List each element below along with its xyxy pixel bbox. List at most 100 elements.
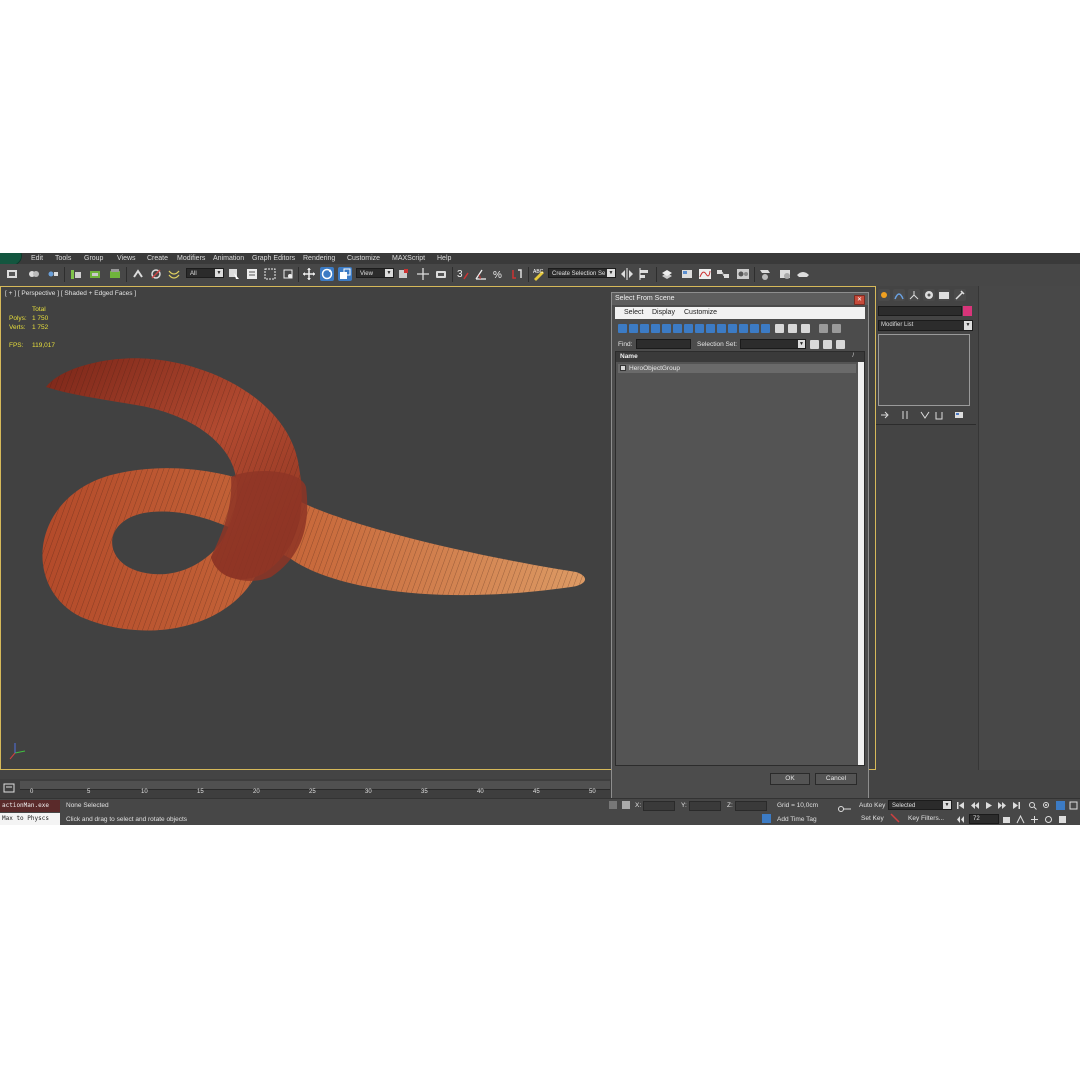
hierarchy-tab-icon[interactable]	[908, 289, 920, 301]
menu-tools[interactable]: Tools	[55, 254, 71, 263]
spinner-snap-icon[interactable]	[510, 267, 524, 281]
render-setup-icon[interactable]	[758, 267, 772, 281]
dialog-menu-select[interactable]: Select	[624, 309, 643, 316]
menu-group[interactable]: Group	[84, 254, 103, 263]
display-space-warps-icon[interactable]	[673, 324, 682, 333]
display-tab-icon[interactable]	[938, 289, 950, 301]
modifier-list-dropdown[interactable]: Modifier List ▼	[878, 320, 973, 331]
display-geometry-icon[interactable]	[618, 324, 627, 333]
key-filter-icon[interactable]	[890, 813, 900, 823]
unlink-icon[interactable]	[46, 267, 60, 281]
cancel-button[interactable]: Cancel	[815, 773, 857, 785]
play-icon[interactable]	[984, 801, 993, 810]
object-color-swatch[interactable]	[963, 306, 972, 316]
time-tag-icon[interactable]	[762, 814, 771, 823]
motion-tab-icon[interactable]	[923, 289, 935, 301]
rect-selection-region-icon[interactable]	[263, 267, 277, 281]
reference-coordinate-dropdown[interactable]: View ▼	[356, 268, 394, 278]
go-to-start-icon[interactable]	[956, 801, 965, 810]
pin-stack-icon[interactable]	[880, 410, 890, 420]
close-icon[interactable]: ✕	[854, 295, 865, 305]
select-by-name-icon[interactable]	[245, 267, 259, 281]
app-logo-icon[interactable]	[0, 253, 22, 267]
go-to-end-icon[interactable]	[1012, 801, 1021, 810]
zoom-icon[interactable]	[1028, 801, 1037, 810]
mini-curve-editor-icon[interactable]	[3, 782, 15, 794]
select-move-icon[interactable]	[302, 267, 316, 281]
x-coordinate-field[interactable]	[643, 801, 675, 811]
orbit-icon[interactable]	[1044, 815, 1053, 824]
menu-graph-editors[interactable]: Graph Editors	[252, 254, 295, 263]
menu-views[interactable]: Views	[117, 254, 136, 263]
selection-lock-icon[interactable]	[622, 801, 630, 809]
add-time-tag[interactable]: Add Time Tag	[777, 816, 817, 823]
find-input[interactable]	[636, 339, 691, 349]
maximize-viewport-icon[interactable]	[1058, 815, 1067, 824]
render-production-icon[interactable]	[796, 267, 810, 281]
display-none-icon[interactable]	[761, 324, 770, 333]
save-selection-set-icon[interactable]	[810, 340, 819, 349]
load-selection-set-icon[interactable]	[823, 340, 832, 349]
unlink-selection-icon[interactable]	[149, 267, 163, 281]
selection-set-dropdown[interactable]: ▼	[740, 339, 806, 349]
pan-view-icon[interactable]	[1030, 815, 1039, 824]
field-of-view-icon[interactable]	[1016, 814, 1025, 824]
display-cameras-icon[interactable]	[651, 324, 660, 333]
display-helpers-icon[interactable]	[662, 324, 671, 333]
display-lights-icon[interactable]	[640, 324, 649, 333]
zoom-all-icon[interactable]	[1042, 801, 1051, 810]
schematic-view-icon[interactable]	[716, 267, 730, 281]
create-tab-icon[interactable]	[878, 289, 890, 301]
filter-icon[interactable]	[819, 324, 828, 333]
display-bones-icon[interactable]	[706, 324, 715, 333]
manipulate-icon[interactable]	[416, 267, 430, 281]
earthworm-model[interactable]	[1, 287, 613, 767]
display-frozen-icon[interactable]	[728, 324, 737, 333]
object-list[interactable]: Name / HeroObjectGroup	[615, 351, 865, 766]
display-hidden-icon[interactable]	[739, 324, 748, 333]
menu-rendering[interactable]: Rendering	[303, 254, 335, 263]
menu-animation[interactable]: Animation	[213, 254, 244, 263]
key-icon[interactable]	[838, 805, 852, 813]
dialog-title-bar[interactable]: Select From Scene ✕	[612, 293, 868, 305]
remove-modifier-icon[interactable]	[934, 410, 944, 420]
select-link-icon[interactable]	[131, 267, 145, 281]
select-object-icon[interactable]	[227, 267, 241, 281]
material-editor-icon[interactable]	[736, 267, 750, 281]
bind-icon[interactable]	[167, 267, 181, 281]
delete-selection-set-icon[interactable]	[836, 340, 845, 349]
select-invert-icon[interactable]	[801, 324, 810, 333]
curve-editor-icon[interactable]	[698, 267, 712, 281]
ok-button[interactable]: OK	[770, 773, 810, 785]
show-end-result-icon[interactable]	[900, 410, 910, 420]
list-header[interactable]: Name /	[616, 352, 864, 362]
bind-space-warp-icon[interactable]	[69, 267, 83, 281]
time-configuration-icon[interactable]	[1002, 815, 1011, 824]
align-icon[interactable]	[638, 267, 652, 281]
layer-icon[interactable]	[108, 267, 122, 281]
modifier-stack[interactable]	[878, 334, 970, 406]
select-rotate-icon[interactable]	[320, 267, 334, 281]
dialog-menu-customize[interactable]: Customize	[684, 309, 717, 316]
keyboard-shortcut-icon[interactable]	[434, 267, 448, 281]
menu-customize[interactable]: Customize	[347, 254, 380, 263]
key-mode-toggle-icon[interactable]	[956, 815, 965, 824]
layer-manager-icon[interactable]	[660, 267, 674, 281]
select-scale-icon[interactable]	[338, 267, 352, 281]
z-coordinate-field[interactable]	[735, 801, 767, 811]
next-frame-icon[interactable]	[998, 801, 1007, 810]
named-selection-set-dropdown[interactable]: Create Selection Se ▼	[548, 268, 616, 278]
key-mode-dropdown[interactable]: Selected ▼	[888, 800, 952, 810]
angle-snap-icon[interactable]	[474, 267, 488, 281]
modify-tab-icon[interactable]	[893, 289, 905, 301]
menu-create[interactable]: Create	[147, 254, 168, 263]
menu-help[interactable]: Help	[437, 254, 451, 263]
display-shapes-icon[interactable]	[629, 324, 638, 333]
list-item[interactable]: HeroObjectGroup	[618, 364, 856, 373]
timeline[interactable]: 0 5 10 15 20 25 30 35 40 45 50	[0, 779, 612, 799]
select-children-icon[interactable]	[832, 324, 841, 333]
select-none-icon[interactable]	[788, 324, 797, 333]
menu-maxscript[interactable]: MAXScript	[392, 254, 425, 263]
display-groups-icon[interactable]	[684, 324, 693, 333]
set-key-button[interactable]: Set Key	[861, 815, 884, 822]
